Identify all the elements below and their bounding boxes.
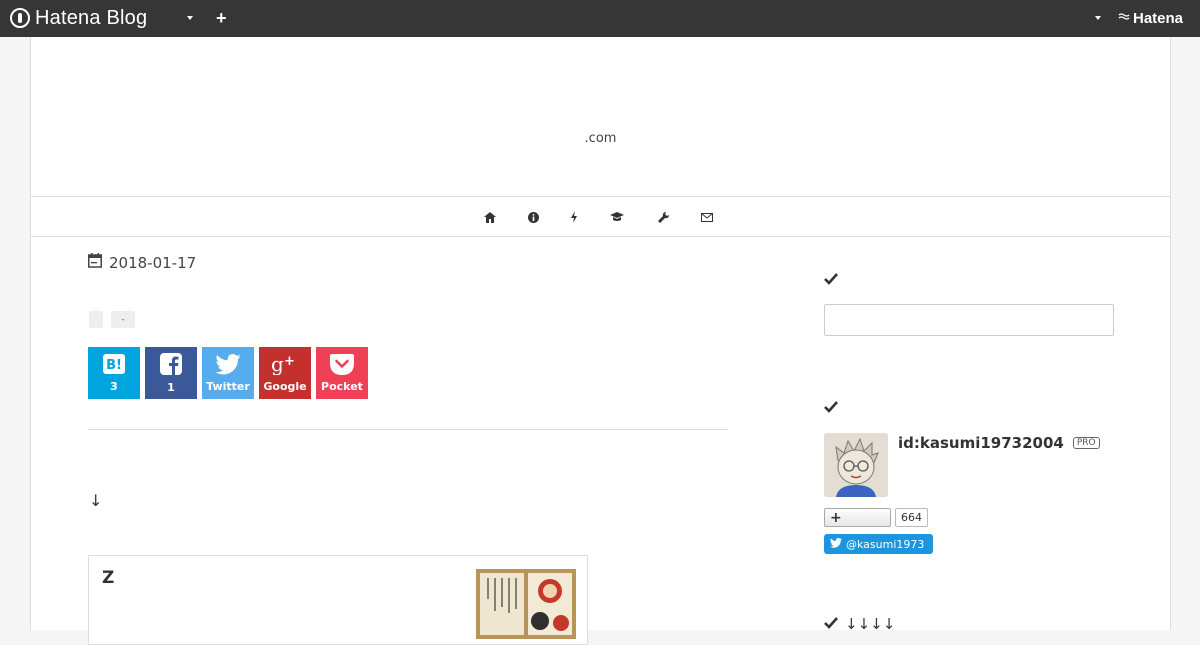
check-icon <box>824 270 838 289</box>
check-icon <box>824 615 838 633</box>
twitter-share-button[interactable]: Twitter <box>202 347 254 399</box>
user-dropdown-icon[interactable] <box>1095 16 1101 20</box>
facebook-share-button[interactable]: 1 <box>145 347 197 399</box>
entry-body-arrow: ↓ <box>89 491 103 510</box>
svg-text:g: g <box>271 353 284 375</box>
check-icon <box>824 398 838 417</box>
facebook-icon <box>160 352 182 379</box>
avatar[interactable] <box>824 433 888 497</box>
twitter-handle: @kasumi1973 <box>846 537 925 551</box>
hatena-wave-icon <box>1118 12 1130 25</box>
category-link[interactable]: - <box>111 311 135 328</box>
embedded-link-card[interactable]: Z <box>88 555 588 645</box>
svg-text:+: + <box>284 354 295 369</box>
twitter-bird-icon <box>215 353 241 379</box>
blog-header: .com <box>31 37 1170 197</box>
search-input[interactable] <box>824 304 1114 336</box>
pocket-icon <box>330 353 354 379</box>
sidebar-section-heading: ↓↓↓↓ <box>824 615 895 633</box>
info-icon[interactable] <box>525 210 541 224</box>
hatena-blog-logo[interactable]: Hatena Blog <box>10 6 147 30</box>
follow-button[interactable]: + <box>824 508 891 527</box>
blog-title[interactable]: .com <box>31 131 1170 146</box>
twitter-share-label: Twitter <box>206 379 250 393</box>
entry-date-text: 2018-01-17 <box>109 253 197 272</box>
graduation-cap-icon[interactable] <box>609 210 625 224</box>
google-plus-icon: g + <box>271 352 299 379</box>
home-icon[interactable] <box>482 210 498 224</box>
twitter-follow-button[interactable]: @kasumi1973 <box>824 534 933 554</box>
link-card-title[interactable]: Z <box>102 568 114 588</box>
user-id-text: id:kasumi19732004 <box>898 434 1064 452</box>
pocket-share-label: Pocket <box>321 379 363 393</box>
section-heading-text: ↓↓↓↓ <box>845 615 896 633</box>
hatena-logo-icon <box>10 8 30 28</box>
blog-page: .com 2018-01-17 - B! 3 1 Twitter g + Goo… <box>30 37 1171 645</box>
pocket-share-button[interactable]: Pocket <box>316 347 368 399</box>
svg-text:B!: B! <box>106 358 122 373</box>
calendar-icon <box>88 253 102 272</box>
twitter-bird-icon <box>830 537 842 551</box>
facebook-count: 1 <box>167 380 175 394</box>
reader-follow: + 664 <box>824 508 928 527</box>
wrench-icon[interactable] <box>655 210 671 224</box>
global-header: Hatena Blog + Hatena <box>0 0 1200 37</box>
menu-dropdown-icon[interactable] <box>187 16 193 20</box>
share-buttons: B! 3 1 Twitter g + Google Pocket <box>88 347 368 399</box>
category-link[interactable] <box>89 311 103 328</box>
logo-text: Hatena Blog <box>35 6 148 29</box>
blog-nav <box>31 198 1170 237</box>
hatena-bookmark-icon: B! <box>103 353 125 378</box>
divider <box>88 429 728 430</box>
profile-user-id[interactable]: id:kasumi19732004 PRO <box>898 434 1100 452</box>
link-card-thumbnail[interactable] <box>476 569 576 639</box>
hatena-bookmark-count: 3 <box>110 379 118 393</box>
pro-badge: PRO <box>1072 437 1100 449</box>
hatena-brand-text: Hatena <box>1133 10 1184 27</box>
google-share-label: Google <box>263 380 307 393</box>
bolt-icon[interactable] <box>566 210 582 224</box>
follower-count: 664 <box>895 508 928 527</box>
google-plus-share-button[interactable]: g + Google <box>259 347 311 399</box>
entry-categories: - <box>89 311 135 328</box>
entry-date[interactable]: 2018-01-17 <box>88 253 196 272</box>
envelope-icon[interactable] <box>699 210 715 224</box>
hatena-brand-link[interactable]: Hatena <box>1118 10 1183 27</box>
hatena-bookmark-button[interactable]: B! 3 <box>88 347 140 399</box>
add-entry-button[interactable]: + <box>216 8 227 29</box>
